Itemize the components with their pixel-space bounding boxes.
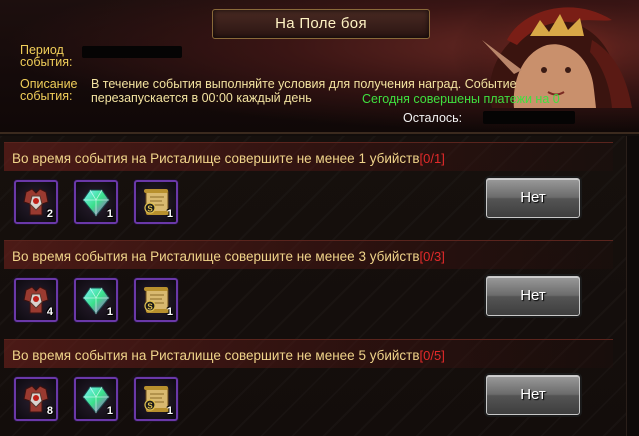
task-row: Во время события на Ристалище совершите … bbox=[4, 339, 613, 435]
reward-quantity: 1 bbox=[106, 405, 113, 417]
reward-quantity: 8 bbox=[46, 405, 53, 417]
remaining-label: Осталось: bbox=[403, 111, 463, 125]
reward-slot[interactable]: 8 bbox=[14, 377, 58, 421]
reward-quantity: 2 bbox=[46, 208, 53, 220]
reward-slot[interactable]: 2 bbox=[14, 180, 58, 224]
reward-slot[interactable]: 1 bbox=[74, 278, 118, 322]
task-text: Во время события на Ристалище совершите … bbox=[12, 249, 420, 264]
reward-slot[interactable]: S 1 bbox=[134, 377, 178, 421]
reward-slot[interactable]: S 1 bbox=[134, 180, 178, 224]
svg-text:S: S bbox=[147, 205, 153, 214]
reward-quantity: 1 bbox=[166, 208, 173, 220]
description-text-line2: перезапускается в 00:00 каждый день bbox=[91, 91, 312, 105]
reward-quantity: 1 bbox=[166, 306, 173, 318]
reward-slot[interactable]: S 1 bbox=[134, 278, 178, 322]
task-list[interactable]: Во время события на Ристалище совершите … bbox=[0, 136, 639, 436]
task-header: Во время события на Ристалище совершите … bbox=[4, 339, 613, 368]
svg-text:S: S bbox=[147, 303, 153, 312]
task-progress: [0/1] bbox=[419, 151, 445, 166]
reward-slot[interactable]: 1 bbox=[74, 180, 118, 224]
reward-quantity: 1 bbox=[106, 208, 113, 220]
claim-button[interactable]: Нет bbox=[486, 276, 580, 316]
period-value-redacted bbox=[82, 46, 182, 58]
scrollbar[interactable] bbox=[626, 136, 639, 436]
task-header: Во время события на Ристалище совершите … bbox=[4, 142, 613, 171]
task-description: Во время события на Ристалище совершите … bbox=[12, 249, 445, 264]
payments-status: Сегодня совершены платежи на 0 bbox=[362, 92, 560, 106]
task-header: Во время события на Ристалище совершите … bbox=[4, 240, 613, 269]
reward-quantity: 1 bbox=[106, 306, 113, 318]
claim-button[interactable]: Нет bbox=[486, 375, 580, 415]
remaining-timer-redacted bbox=[483, 111, 575, 124]
task-row: Во время события на Ристалище совершите … bbox=[4, 142, 613, 238]
reward-slot[interactable]: 1 bbox=[74, 377, 118, 421]
task-text: Во время события на Ристалище совершите … bbox=[12, 348, 420, 363]
task-text: Во время события на Ристалище совершите … bbox=[12, 151, 420, 166]
reward-slot[interactable]: 4 bbox=[14, 278, 58, 322]
reward-quantity: 1 bbox=[166, 405, 173, 417]
task-description: Во время события на Ристалище совершите … bbox=[12, 151, 445, 166]
svg-text:S: S bbox=[147, 402, 153, 411]
event-header: На Поле боя Период события: Описание соб… bbox=[0, 0, 639, 134]
task-row: Во время события на Ристалище совершите … bbox=[4, 240, 613, 336]
task-progress: [0/5] bbox=[419, 348, 445, 363]
task-progress: [0/3] bbox=[419, 249, 445, 264]
task-description: Во время события на Ристалище совершите … bbox=[12, 348, 445, 363]
description-label: Описание события: bbox=[20, 77, 78, 103]
reward-quantity: 4 bbox=[46, 306, 53, 318]
description-text-line1: В течение события выполняйте условия для… bbox=[91, 77, 517, 91]
claim-button[interactable]: Нет bbox=[486, 178, 580, 218]
title-plate: На Поле боя bbox=[212, 9, 430, 39]
page-title: На Поле боя bbox=[275, 15, 367, 32]
